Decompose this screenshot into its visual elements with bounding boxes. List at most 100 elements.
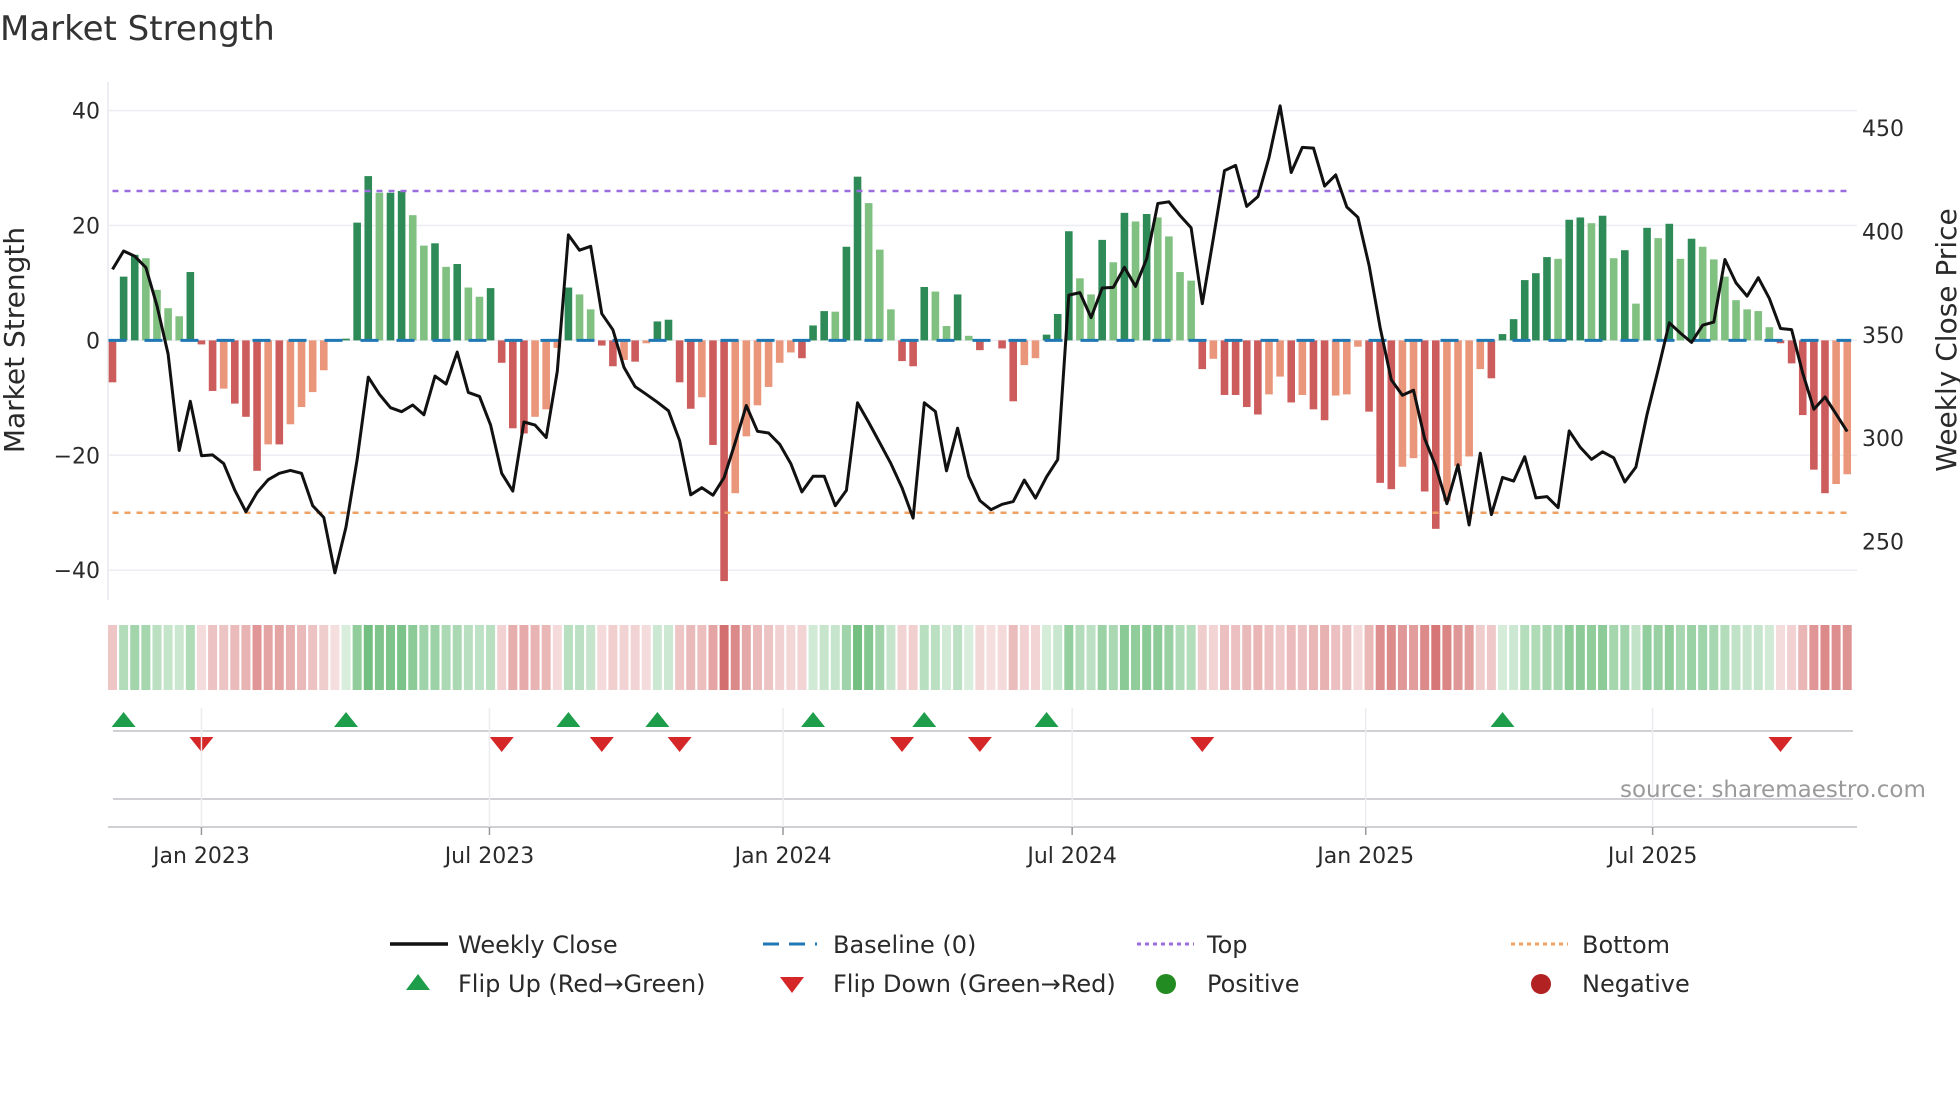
positive-bar xyxy=(453,263,462,341)
negative-bar xyxy=(998,340,1006,349)
flip-down-icon xyxy=(489,737,514,752)
negative-bar xyxy=(1320,340,1329,421)
heat-cell xyxy=(1297,625,1307,690)
heat-cell xyxy=(1164,625,1174,690)
negative-bar xyxy=(686,340,695,409)
negative-bar xyxy=(1487,340,1496,379)
heat-cell xyxy=(1320,625,1330,690)
positive-bar xyxy=(1120,212,1129,341)
positive-bar xyxy=(1142,214,1151,341)
positive-bar xyxy=(1765,327,1774,341)
negative-bar xyxy=(319,340,328,371)
positive-bar xyxy=(1609,258,1618,341)
heat-cell xyxy=(1108,625,1118,690)
negative-dot-icon xyxy=(1531,974,1551,994)
heat-cell xyxy=(775,625,785,690)
y-tick-label: −20 xyxy=(54,444,100,469)
heat-cell xyxy=(397,625,407,690)
positive-bar xyxy=(820,311,828,341)
heat-cell xyxy=(1498,625,1507,690)
heat-cell xyxy=(575,625,585,690)
positive-bar xyxy=(931,291,940,341)
positive-bar xyxy=(842,246,851,341)
heat-cell xyxy=(708,625,718,690)
heat-cell xyxy=(730,625,740,690)
negative-bar xyxy=(1265,340,1273,395)
positive-bar xyxy=(353,222,361,341)
flip-down-icon xyxy=(1768,737,1793,752)
positive-bar xyxy=(1532,273,1540,341)
positive-dot-icon xyxy=(1156,974,1176,994)
heat-cell xyxy=(152,625,162,690)
negative-bar xyxy=(764,340,773,387)
positive-bar xyxy=(364,176,373,341)
heat-cell xyxy=(1119,625,1129,690)
negative-bar xyxy=(275,340,284,445)
positive-bar xyxy=(964,335,973,341)
heat-cell xyxy=(508,625,518,690)
negative-bar xyxy=(1209,340,1218,359)
heat-cell xyxy=(586,625,596,690)
heat-cell xyxy=(664,625,673,690)
heat-cell xyxy=(697,625,707,690)
positive-bar xyxy=(875,249,884,341)
heat-cell xyxy=(1409,625,1419,690)
heat-cell xyxy=(1475,625,1485,690)
heat-cell xyxy=(330,625,340,690)
heat-cell xyxy=(341,625,351,690)
positive-bar xyxy=(486,288,495,341)
negative-bar xyxy=(1020,340,1029,366)
heat-cell xyxy=(1153,625,1163,690)
positive-bar xyxy=(420,245,428,341)
heat-cell xyxy=(1753,625,1763,690)
legend-flipup-label: Flip Up (Red→Green) xyxy=(458,970,706,998)
heat-cell xyxy=(964,625,974,690)
heat-cell xyxy=(1342,625,1352,690)
heat-cell xyxy=(474,625,484,690)
y2-tick-label: 250 xyxy=(1862,531,1904,556)
flip-down-icon xyxy=(890,737,915,752)
negative-bar xyxy=(531,340,539,417)
heat-cell xyxy=(1308,625,1318,690)
flip-up-icon xyxy=(111,712,136,727)
positive-bar xyxy=(853,176,862,341)
negative-bar xyxy=(542,340,550,410)
heat-cell xyxy=(608,625,618,690)
legend-close-label: Weekly Close xyxy=(458,931,618,959)
heat-cell xyxy=(953,625,963,690)
heat-cell xyxy=(1620,625,1630,690)
positive-bar xyxy=(1754,311,1763,341)
negative-bar xyxy=(898,340,906,362)
heat-cell xyxy=(452,625,462,690)
positive-bar xyxy=(1153,217,1162,341)
market-strength-chart: Market Strength 40 20 0 −20 −40 450 400 350 300… xyxy=(0,9,1960,998)
heat-cell xyxy=(619,625,629,690)
heat-cell xyxy=(1831,625,1841,690)
positive-bar xyxy=(920,286,929,341)
flip-down-icon xyxy=(667,737,692,752)
heat-cell xyxy=(297,625,307,690)
heat-cell xyxy=(430,625,440,690)
positive-bar xyxy=(831,311,840,341)
heat-cell xyxy=(1575,625,1585,690)
flip-down-icon xyxy=(780,977,804,993)
negative-bar xyxy=(1031,340,1040,359)
heat-cell xyxy=(719,625,729,690)
heat-cell xyxy=(1220,625,1229,690)
heat-cell xyxy=(1286,625,1296,690)
x-tick-label: Jul 2024 xyxy=(1025,844,1117,869)
negative-bar xyxy=(742,340,751,437)
heat-cell xyxy=(497,625,507,690)
heat-cell xyxy=(1486,625,1496,690)
heat-cell xyxy=(1030,625,1040,690)
x-tick-label: Jan 2024 xyxy=(733,844,832,869)
negative-bar xyxy=(1198,340,1207,370)
negative-bar xyxy=(297,340,306,408)
positive-bar xyxy=(1165,236,1173,341)
positive-bar xyxy=(887,309,895,341)
flip-up-icon xyxy=(556,712,581,727)
heat-cell xyxy=(1609,625,1619,690)
heat-cell xyxy=(1353,625,1363,690)
negative-bar xyxy=(1220,340,1229,395)
negative-bar xyxy=(1476,340,1485,370)
